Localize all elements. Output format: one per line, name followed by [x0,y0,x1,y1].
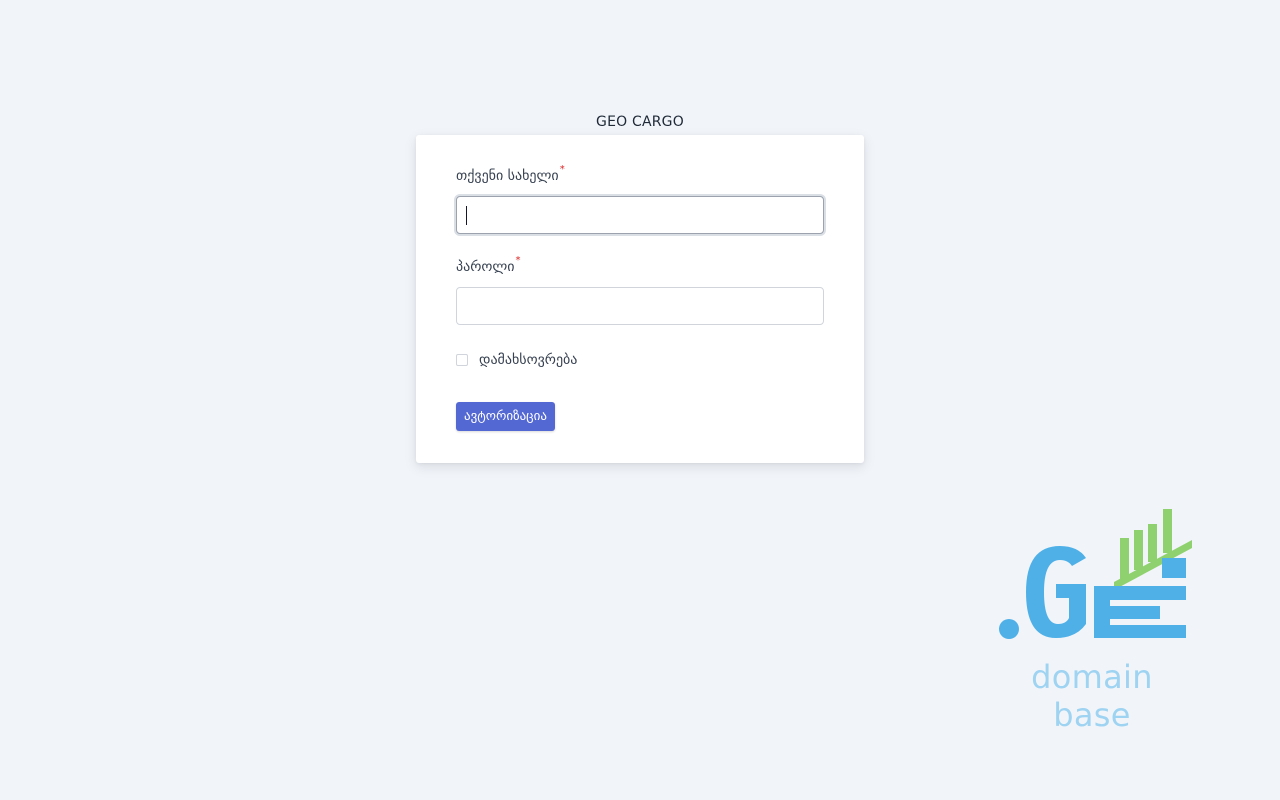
login-card: თქვენი სახელი* პაროლი* დამახსოვრება ავტო… [416,135,864,463]
password-label: პაროლი* [456,255,521,275]
remember-me-checkbox[interactable] [456,354,468,366]
required-marker: * [559,164,565,175]
login-button[interactable]: ავტორიზაცია [456,402,555,431]
username-input[interactable] [456,196,824,234]
app-title: GEO CARGO [596,114,684,130]
password-input[interactable] [456,287,824,325]
required-marker: * [515,255,521,266]
domain-base-logo: domain base [992,500,1202,734]
text-caret [466,206,467,225]
username-label: თქვენი სახელი* [456,164,565,184]
remember-me-row[interactable]: დამახსოვრება [456,351,577,369]
logo-tagline: domain base [1031,658,1153,734]
ge-logo-icon [999,509,1192,639]
remember-me-label[interactable]: დამახსოვრება [479,352,577,368]
password-label-text: პაროლი [456,259,515,275]
username-label-text: თქვენი სახელი [456,168,559,184]
